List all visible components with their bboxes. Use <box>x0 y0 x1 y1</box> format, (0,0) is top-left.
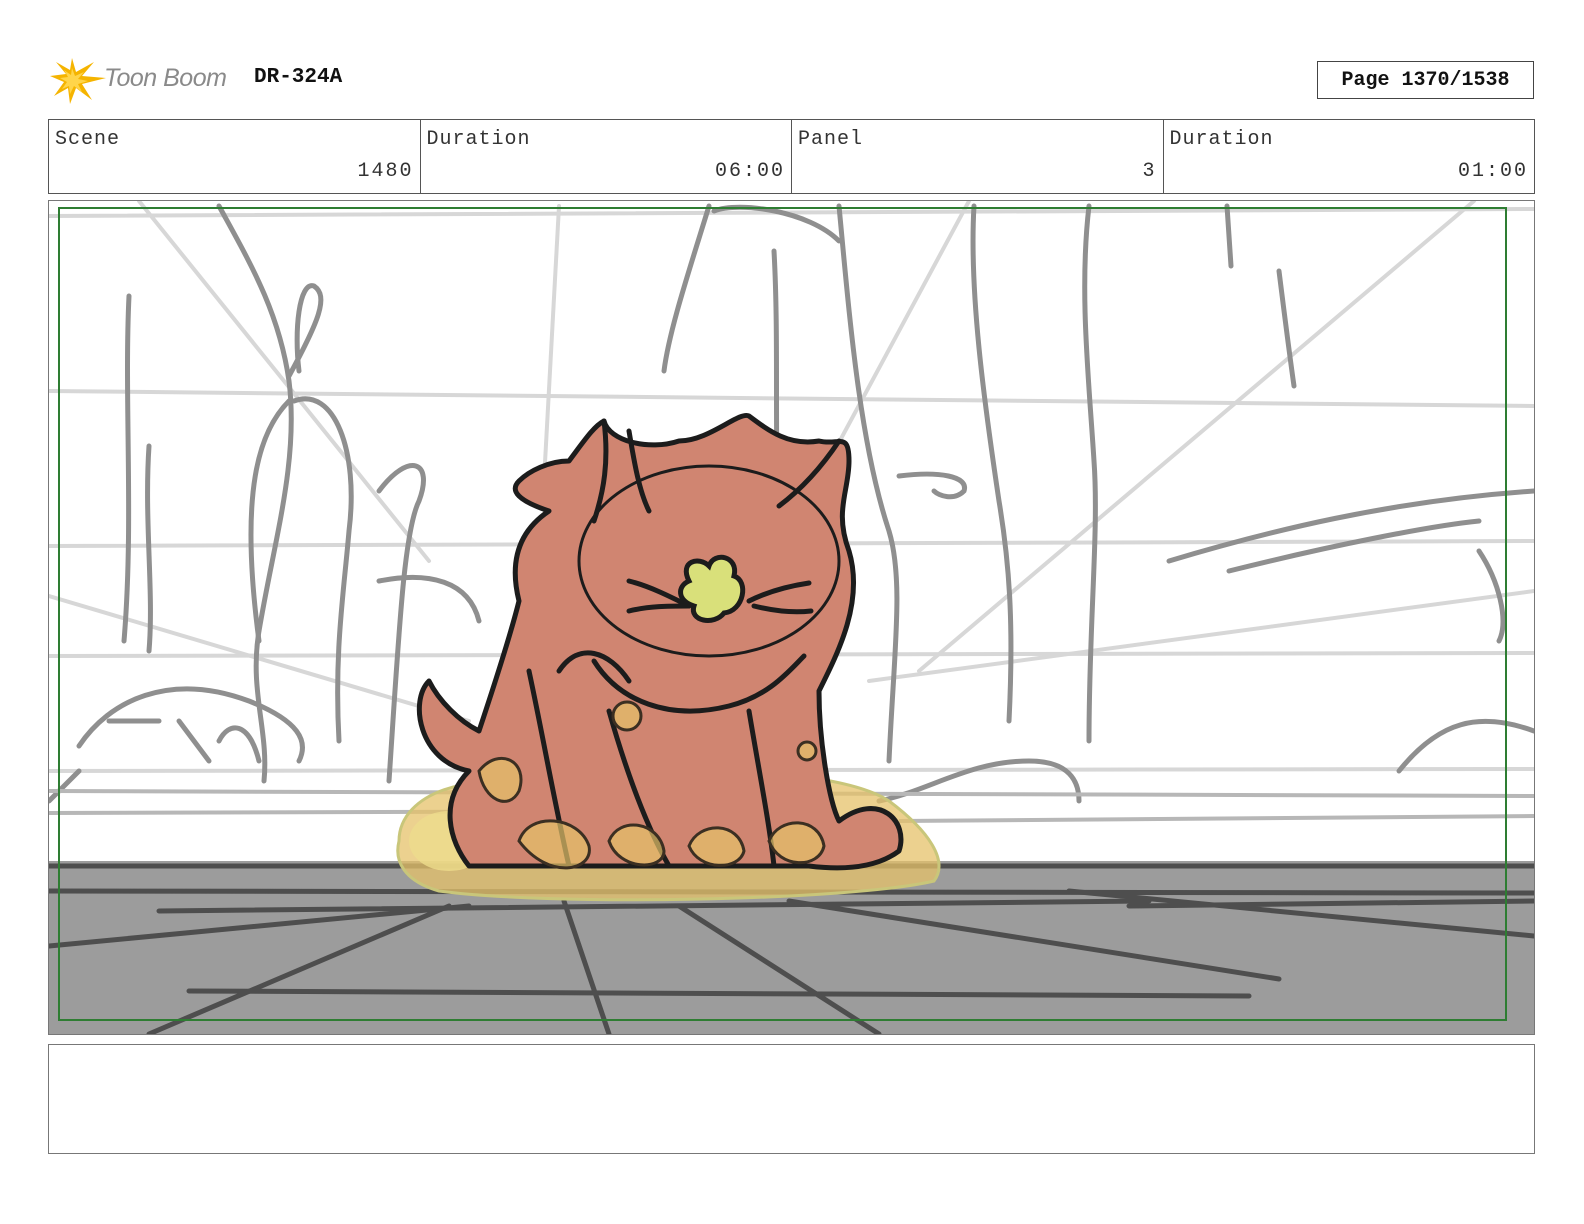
brand-name: Toon Boom <box>104 64 227 92</box>
panel-cell: Panel 3 <box>792 120 1164 193</box>
character <box>416 413 904 871</box>
logo-star-icon <box>50 58 106 104</box>
panel-value: 3 <box>1142 160 1157 183</box>
scene-cell: Scene 1480 <box>49 120 421 193</box>
scene-duration-cell: Duration 06:00 <box>421 120 792 193</box>
panel-duration-value: 01:00 <box>1457 160 1528 183</box>
panel-notes-box[interactable] <box>48 1044 1535 1154</box>
project-code: DR-324A <box>254 66 343 89</box>
panel-label: Panel <box>798 128 864 151</box>
panel-duration-cell: Duration 01:00 <box>1164 120 1535 193</box>
panel-duration-label: Duration <box>1169 128 1274 151</box>
scene-duration-label: Duration <box>426 128 531 151</box>
page-label: Page 1370/1538 <box>1341 68 1510 92</box>
page-indicator: Page 1370/1538 <box>1317 61 1534 99</box>
scene-value: 1480 <box>357 160 414 183</box>
storyboard-drawing <box>49 201 1534 1034</box>
storyboard-panel[interactable] <box>48 200 1535 1035</box>
scene-label: Scene <box>55 128 121 151</box>
scene-duration-value: 06:00 <box>714 160 785 183</box>
scene-info-table: Scene 1480 Duration 06:00 Panel 3 Durati… <box>48 119 1535 194</box>
